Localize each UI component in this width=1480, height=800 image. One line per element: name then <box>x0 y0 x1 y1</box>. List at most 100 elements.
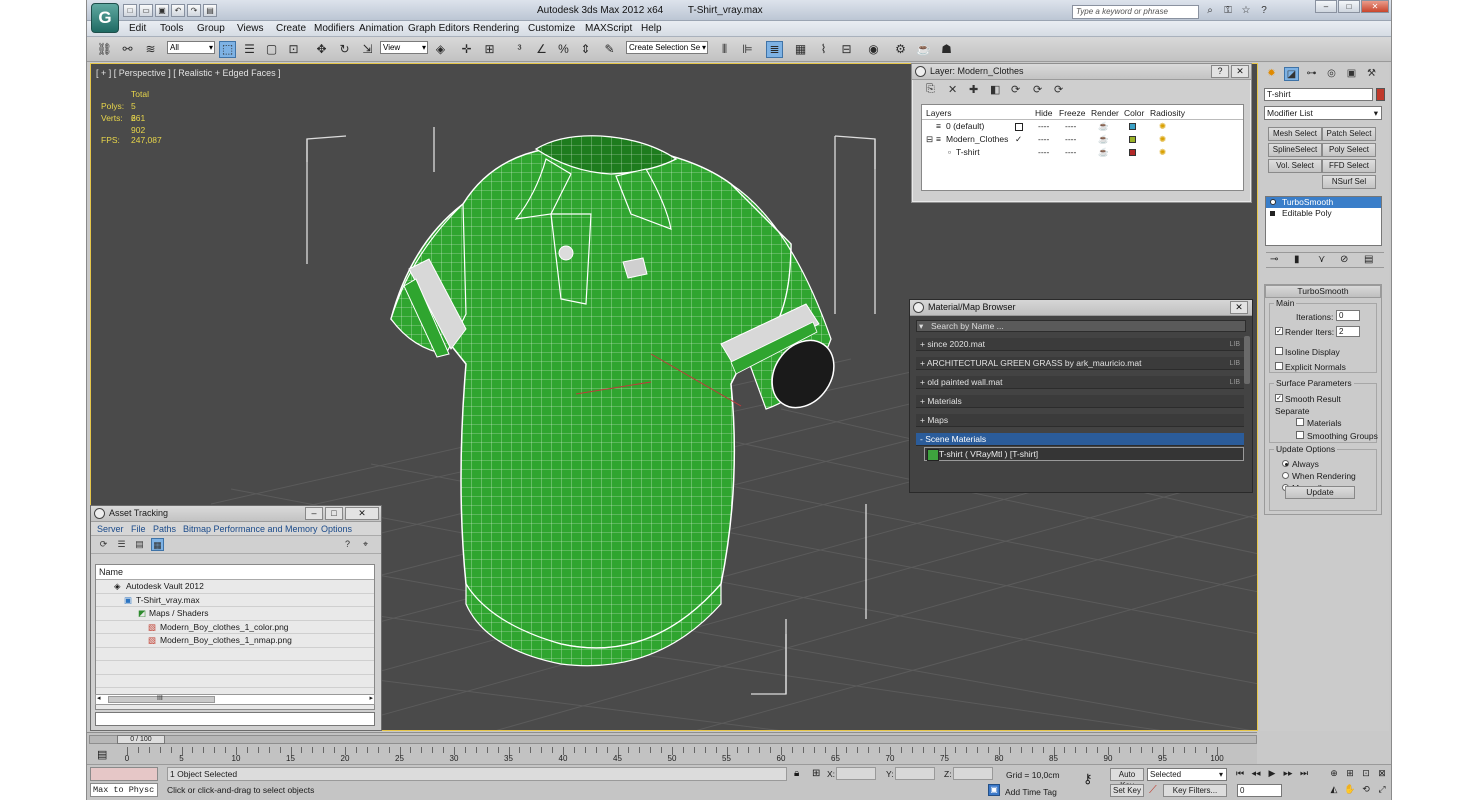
layer-freeze[interactable]: ---- <box>1065 147 1076 157</box>
refresh-icon[interactable]: ⟳ <box>97 538 110 551</box>
object-name-field[interactable]: T-shirt <box>1264 88 1373 101</box>
zoom-extents-icon[interactable]: ⊡ <box>1359 767 1373 780</box>
maximize-icon[interactable]: □ <box>1338 0 1360 13</box>
menu-create[interactable]: Create <box>276 23 306 34</box>
scene-materials-row[interactable]: - Scene Materials <box>916 433 1244 446</box>
time-tag-icon[interactable]: ▣ <box>988 784 1000 796</box>
key-set-dropdown[interactable]: Selected <box>1147 768 1227 781</box>
maxscript-listener-input[interactable] <box>90 767 158 781</box>
move-icon[interactable]: ✥ <box>313 41 330 58</box>
list-view-icon[interactable]: ☰ <box>115 538 128 551</box>
current-frame-field[interactable]: 0 <box>1237 784 1282 797</box>
absolute-mode-icon[interactable]: ⊞ <box>812 768 820 779</box>
menu-edit[interactable]: Edit <box>129 23 146 34</box>
maximize-icon[interactable]: □ <box>325 507 343 520</box>
material-library-row[interactable]: + old painted wall.mat LIB <box>916 376 1244 389</box>
configure-modifier-sets-icon[interactable]: ▤ <box>1364 254 1373 265</box>
select-manipulate-icon[interactable]: ✛ <box>458 41 475 58</box>
open-file-icon[interactable]: ▭ <box>139 4 153 17</box>
unlink-icon[interactable]: ⚯ <box>119 41 136 58</box>
asset-tracking-titlebar[interactable]: Asset Tracking – □ ✕ <box>91 506 381 522</box>
menu-graph-editors[interactable]: Graph Editors <box>408 23 470 34</box>
scroll-right-icon[interactable]: ▸ <box>369 694 373 702</box>
current-layer-check-icon[interactable]: ✓ <box>1015 134 1022 145</box>
time-slider[interactable]: 0 / 100 <box>89 735 1257 744</box>
app-logo-icon[interactable]: G <box>91 3 119 33</box>
tree-row[interactable]: ▧ Modern_Boy_clothes_1_color.png <box>96 621 374 634</box>
spline-select-button[interactable]: SplineSelect <box>1268 143 1322 157</box>
layer-hide[interactable]: ---- <box>1038 147 1049 157</box>
next-frame-icon[interactable]: ▸▸ <box>1281 767 1295 780</box>
tshirt-model[interactable] <box>390 135 847 667</box>
close-icon[interactable]: ✕ <box>345 507 379 520</box>
hide-all-icon[interactable]: ⟳ <box>1033 83 1042 96</box>
help-icon[interactable]: ? <box>1211 65 1229 78</box>
window-crossing-icon[interactable]: ⊡ <box>285 41 302 58</box>
layer-row[interactable]: ⊟ ≡ Modern_Clothes ✓ ---- ---- ☕ ✺ <box>922 133 1243 146</box>
smoothing-groups-checkbox[interactable] <box>1296 431 1304 439</box>
layer-manager-icon[interactable]: ≣ <box>766 41 783 58</box>
layer-row[interactable]: ▫ T-shirt ---- ---- ☕ ✺ <box>922 146 1243 159</box>
menu-bitmap-performance[interactable]: Bitmap Performance and Memory <box>183 524 318 534</box>
play-icon[interactable]: ▶ <box>1265 767 1279 780</box>
scroll-left-icon[interactable]: ◂ <box>97 694 101 702</box>
show-end-result-icon[interactable]: ▮ <box>1294 254 1300 265</box>
menu-customize[interactable]: Customize <box>528 23 575 34</box>
edit-named-selection-icon[interactable]: ✎ <box>601 41 618 58</box>
scene-material-item[interactable]: T-shirt ( VRayMtl ) [T-shirt] <box>924 447 1244 461</box>
current-layer-checkbox[interactable] <box>1015 123 1023 131</box>
menu-paths[interactable]: Paths <box>153 524 176 534</box>
context-help-icon[interactable]: ⌖ <box>359 538 372 551</box>
menu-maxscript[interactable]: MAXScript <box>585 23 632 34</box>
iterations-spinner[interactable]: 0 <box>1336 310 1360 321</box>
link-icon[interactable]: ⛓ <box>96 41 113 58</box>
ref-coord-dropdown[interactable]: View <box>380 41 428 54</box>
modifier-list-dropdown[interactable]: Modifier List <box>1264 106 1382 120</box>
menu-tools[interactable]: Tools <box>160 23 183 34</box>
render-production-icon[interactable]: ☗ <box>938 41 955 58</box>
layer-freeze[interactable]: ---- <box>1065 121 1076 131</box>
radiosity-icon[interactable]: ✺ <box>1159 147 1166 158</box>
binoculars-icon[interactable]: ⌕ <box>1203 4 1217 17</box>
menu-views[interactable]: Views <box>237 23 264 34</box>
previous-frame-icon[interactable]: ◂◂ <box>1249 767 1263 780</box>
lock-selection-icon[interactable]: 🔒︎ <box>794 768 799 779</box>
teapot-render-icon[interactable]: ☕ <box>1098 147 1109 158</box>
selection-filter-dropdown[interactable]: All <box>167 41 215 54</box>
asset-horizontal-scrollbar[interactable]: ◂ III ▸ <box>95 694 375 705</box>
layer-color-swatch[interactable] <box>1129 149 1136 156</box>
asset-status-field[interactable] <box>95 712 375 726</box>
percent-snap-icon[interactable]: % <box>555 41 572 58</box>
teapot-render-icon[interactable]: ☕ <box>1098 134 1109 145</box>
save-file-icon[interactable]: ▣ <box>155 4 169 17</box>
grid-view-icon[interactable]: ▦ <box>151 538 164 551</box>
menu-rendering[interactable]: Rendering <box>473 23 519 34</box>
freeze-all-icon[interactable]: ⟳ <box>1054 83 1063 96</box>
options-arrow-icon[interactable]: ▾ <box>919 321 923 331</box>
track-bar[interactable]: 0 5 10 15 20 25 30 35 40 45 50 55 60 65 70 75 80 85 90 95 10… <box>125 747 1224 763</box>
pin-stack-icon[interactable]: ⊸ <box>1270 254 1278 265</box>
keyboard-shortcut-icon[interactable]: ⊞ <box>481 41 498 58</box>
layer-hide[interactable]: ---- <box>1038 121 1049 131</box>
z-coord-field[interactable] <box>953 767 993 780</box>
default-in-out-tangent-icon[interactable]: ⟋ <box>1149 784 1157 797</box>
poly-select-button[interactable]: Poly Select <box>1322 143 1376 157</box>
display-tab-icon[interactable]: ▣ <box>1344 67 1359 81</box>
layer-manager-titlebar[interactable]: Layer: Modern_Clothes ? ✕ <box>912 64 1251 80</box>
layer-freeze[interactable]: ---- <box>1065 134 1076 144</box>
material-browser-titlebar[interactable]: Material/Map Browser ✕ <box>910 300 1252 316</box>
minimize-icon[interactable]: – <box>1315 0 1337 13</box>
snaps-toggle-icon[interactable]: ³ <box>511 41 528 58</box>
hierarchy-tab-icon[interactable]: ⊶ <box>1304 67 1319 81</box>
layer-color-swatch[interactable] <box>1129 123 1136 130</box>
material-search-input[interactable]: ▾ Search by Name ... <box>916 320 1246 332</box>
y-coord-field[interactable] <box>895 767 935 780</box>
modify-tab-icon[interactable]: ◪ <box>1284 67 1299 81</box>
tree-row[interactable]: ◩ Maps / Shaders <box>96 607 374 621</box>
utilities-tab-icon[interactable]: ⚒ <box>1364 67 1379 81</box>
zoom-all-icon[interactable]: ⊞ <box>1343 767 1357 780</box>
table-view-icon[interactable]: ▤ <box>133 538 146 551</box>
smooth-result-checkbox[interactable]: ✓ <box>1275 394 1283 402</box>
auto-key-button[interactable]: Auto Key <box>1110 768 1144 790</box>
select-in-layer-icon[interactable]: ◧ <box>990 83 1000 96</box>
